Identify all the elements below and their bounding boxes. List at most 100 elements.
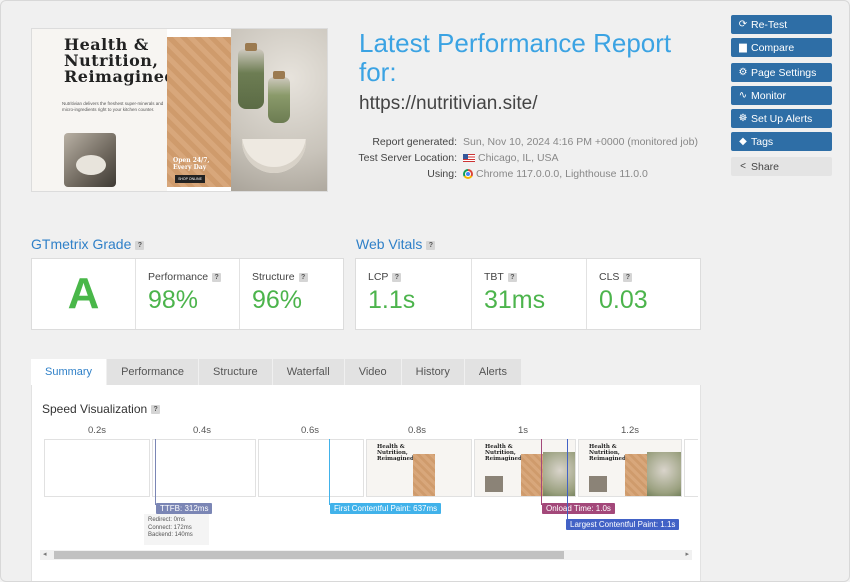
lcp-value: 1.1s (368, 286, 416, 314)
cork-image (245, 43, 257, 51)
share-button[interactable]: < Share (731, 157, 832, 176)
using-value-wrap: Chrome 117.0.0.0, Lighthouse 11.0.0 (463, 168, 703, 180)
tab-video[interactable]: Video (344, 359, 401, 385)
chrome-icon (463, 169, 473, 180)
filmstrip-frame[interactable] (152, 439, 256, 497)
redirect-time: Redirect: 0ms (148, 517, 186, 523)
help-icon[interactable]: ? (392, 272, 402, 282)
performance-label-wrap: Performance? (148, 271, 222, 283)
help-icon[interactable]: ? (212, 272, 222, 282)
filmstrip-frame[interactable]: Health & Nutrition, Reimagined (366, 439, 472, 497)
tab-summary[interactable]: Summary (31, 359, 107, 385)
us-flag-icon (463, 154, 475, 163)
summary-panel: Speed Visualization? 0.2s 0.4s 0.6s 0.8s… (31, 385, 701, 581)
performance-label: Performance (148, 271, 209, 283)
help-icon[interactable]: ? (426, 240, 436, 250)
tab-alerts[interactable]: Alerts (464, 359, 521, 385)
generated-label: Report generated: (372, 136, 457, 148)
lcp-line (567, 439, 568, 521)
scroll-right-icon[interactable]: ▸ (685, 550, 689, 560)
thumb-mortar (589, 476, 607, 492)
grade-letter: A (67, 269, 100, 318)
scroll-left-icon[interactable]: ◂ (43, 550, 47, 560)
page-settings-label: Page Settings (751, 66, 817, 79)
help-icon[interactable]: ? (623, 272, 633, 282)
alert-icon: ☸ (738, 113, 748, 124)
help-icon[interactable]: ? (151, 405, 161, 415)
structure-label-wrap: Structure? (252, 271, 308, 283)
report-tabs: Summary Performance Structure Waterfall … (31, 359, 522, 385)
tab-performance[interactable]: Performance (107, 359, 199, 385)
web-vitals-title: Web Vitals (356, 236, 423, 252)
monitor-label: Monitor (751, 89, 787, 102)
tab-waterfall[interactable]: Waterfall (272, 359, 344, 385)
set-up-alerts-button[interactable]: ☸ Set Up Alerts (731, 109, 832, 128)
report-title: Latest Performance Report for: (359, 28, 672, 87)
jar-image (268, 77, 290, 123)
report-page: Health & Nutrition, Reimagined Nutritivi… (0, 0, 850, 582)
report-meta: Report generated: Sun, Nov 10, 2024 4:16… (351, 136, 703, 184)
filmstrip-frame[interactable] (44, 439, 150, 497)
help-icon[interactable]: ? (135, 240, 145, 250)
alerts-label: Set Up Alerts (751, 112, 813, 125)
help-icon[interactable]: ? (507, 272, 517, 282)
tick-label: 0.6s (301, 425, 319, 436)
web-vitals-heading: Web Vitals? (356, 236, 436, 252)
tbt-metric: TBT? 31ms (471, 259, 586, 329)
promo-text: Open 24/7, Every Day (173, 157, 210, 171)
monitor-button[interactable]: ∿ Monitor (731, 86, 832, 105)
tick-label: 1.2s (621, 425, 639, 436)
location-label: Test Server Location: (358, 152, 457, 164)
cork-image (273, 71, 285, 79)
filmstrip-frame[interactable]: Health & Nutrition, Reimagined (474, 439, 576, 497)
page-settings-button[interactable]: ⚙ Page Settings (731, 63, 832, 82)
onload-marker: Onload Time: 1.0s (542, 503, 615, 514)
structure-score: Structure? 96% (239, 259, 344, 329)
gtmetrix-grade-heading: GTmetrix Grade? (31, 236, 145, 252)
filmstrip-frame[interactable] (258, 439, 364, 497)
refresh-icon: ⟳ (738, 19, 748, 30)
speed-visualization-title: Speed Visualization (42, 402, 148, 416)
fcp-marker: First Contentful Paint: 637ms (330, 503, 442, 514)
filmstrip-frame[interactable] (684, 439, 698, 497)
location-value-wrap: Chicago, IL, USA (463, 152, 703, 164)
tab-structure[interactable]: Structure (199, 359, 272, 385)
thumb-jars (543, 452, 575, 496)
retest-button[interactable]: ⟳ Re-Test (731, 15, 832, 34)
promo-box: Open 24/7, Every Day SHOP ONLINE (167, 37, 231, 187)
thumb-title: Health & Nutrition, Reimagined (589, 444, 626, 462)
tag-icon: ◆ (739, 136, 747, 147)
ttfb-line (155, 439, 156, 505)
shop-online-button: SHOP ONLINE (175, 175, 205, 183)
report-url: https://nutritivian.site/ (359, 93, 538, 114)
tab-history[interactable]: History (401, 359, 464, 385)
ttfb-breakdown: Redirect: 0ms Connect: 172ms Backend: 14… (144, 514, 209, 545)
performance-value: 98% (148, 286, 199, 314)
help-icon[interactable]: ? (298, 272, 308, 282)
lcp-label: LCP (368, 271, 389, 283)
tick-label: 1s (517, 425, 529, 436)
tbt-label-wrap: TBT? (484, 271, 517, 283)
gtmetrix-grade-title: GTmetrix Grade (31, 236, 132, 252)
tbt-value: 31ms (484, 286, 546, 314)
location-value: Chicago, IL, USA (478, 152, 559, 164)
ttfb-marker: TTFB: 312ms (156, 503, 213, 514)
gear-icon: ⚙ (738, 67, 748, 78)
share-icon: < (740, 161, 746, 172)
filmstrip-scrollbar[interactable]: ◂ ▸ (40, 550, 692, 560)
using-label: Using: (427, 168, 457, 180)
scrollbar-thumb[interactable] (54, 551, 564, 559)
filmstrip-frame[interactable]: Health & Nutrition, Reimagined (578, 439, 682, 497)
thumb-mortar (485, 476, 503, 492)
compare-icon: ▆ (739, 42, 747, 53)
mortar-image (64, 133, 116, 187)
lcp-metric: LCP? 1.1s (356, 259, 471, 329)
compare-button[interactable]: ▆ Compare (731, 38, 832, 57)
lcp-label-wrap: LCP? (368, 271, 402, 283)
tick-label: 0.4s (193, 425, 211, 436)
tags-button[interactable]: ◆ Tags (731, 132, 832, 151)
screenshot-headline: Health & Nutrition, Reimagined (64, 35, 177, 86)
backend-time: Backend: 140ms (148, 532, 193, 538)
page-screenshot[interactable]: Health & Nutrition, Reimagined Nutritivi… (31, 28, 328, 192)
performance-score: Performance? 98% (135, 259, 239, 329)
